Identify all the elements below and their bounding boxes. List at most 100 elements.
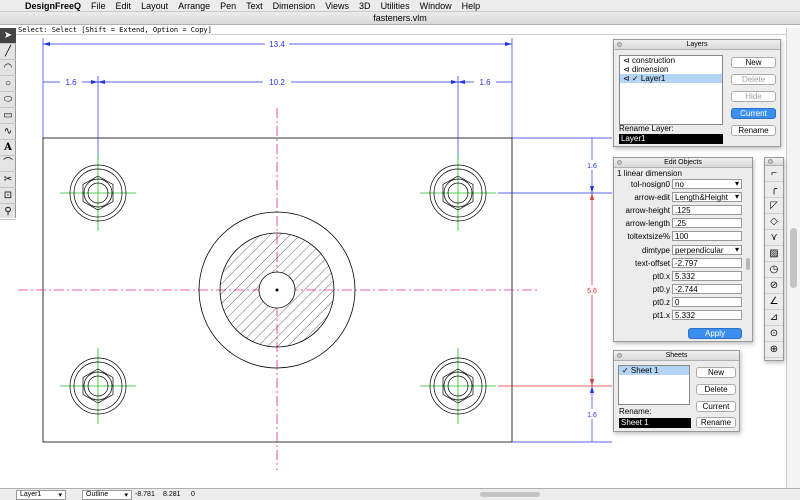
arrowhead [43,42,50,46]
sheet-delete-button[interactable]: Delete [696,384,736,395]
prop-value-input[interactable]: -2.744 [672,284,742,294]
dim-label-bottom-inset[interactable]: 1.6 [587,412,597,419]
rename-sheet-input[interactable]: Sheet 1 [619,418,691,428]
menu-bar: DesignFreeQ File Edit Layout Arrange Pen… [0,0,800,12]
sheet-row-sheet-1[interactable]: ✓ Sheet 1 [619,366,689,375]
layer-current-button[interactable]: Current [731,108,776,119]
selection-summary: 1 linear dimension [617,169,682,178]
fillet-icon[interactable]: ⌒ [0,156,16,172]
prop-value-input[interactable]: .125 [672,205,742,215]
rectangle-icon[interactable]: ▭ [0,108,16,124]
layers-list[interactable]: ⊲ construction ⊲ dimension ⊲ ✓ Layer1 [619,55,723,125]
arrow-pointer-icon[interactable]: ➤ [0,28,16,44]
layer-row-dimension[interactable]: ⊲ dimension [620,65,722,74]
curve-icon[interactable]: ∿ [0,124,16,140]
prop-value-input[interactable]: 5.332 [672,271,742,281]
vertical-scroll-thumb[interactable] [790,228,797,288]
horizontal-scroll-thumb[interactable] [480,492,540,497]
text-icon[interactable]: A [0,140,16,156]
menu-layout[interactable]: Layout [136,1,173,11]
menu-help[interactable]: Help [457,1,486,11]
sheet-current-button[interactable]: Current [696,401,736,412]
prop-value-input[interactable]: 100 [672,231,742,241]
chamfer-icon[interactable]: ◸ [765,198,783,214]
bolt-hole-top-right[interactable] [420,155,496,231]
bolt-hole-bottom-left[interactable] [60,348,136,424]
prop-value-dropdown[interactable]: perpendicular [672,245,742,255]
layer-delete-button[interactable]: Delete [731,74,776,85]
zoom-icon[interactable]: ⚲ [0,204,16,220]
sheets-list[interactable]: ✓ Sheet 1 [618,365,690,405]
view-mode-select[interactable]: Outline ▾ [82,489,132,500]
point-icon[interactable]: ⊙ [765,326,783,342]
dim-label-left-inset[interactable]: 1.6 [65,78,77,87]
stretch-icon[interactable]: ⊡ [0,188,16,204]
dim-label-overall-width[interactable]: 13.4 [269,40,285,49]
menu-pen[interactable]: Pen [215,1,241,11]
sheet-new-button[interactable]: New [696,367,736,378]
menu-3d[interactable]: 3D [354,1,376,11]
circle-tangent-icon[interactable]: ◷ [765,262,783,278]
close-icon[interactable] [768,159,773,164]
offset-icon[interactable]: ◇ [765,214,783,230]
angle-icon[interactable]: ∠ [765,294,783,310]
hatch-icon[interactable]: ▨ [765,246,783,262]
prop-value-input[interactable]: -2.797 [672,258,742,268]
layers-palette-title-bar: Layers [614,40,780,50]
prop-value-input[interactable]: 5.332 [672,310,742,320]
bolt-hole-bottom-right[interactable] [420,348,496,424]
layers-palette-title: Layers [686,41,708,48]
layer-new-button[interactable]: New [731,57,776,68]
edit-objects-palette: Edit Objects 1 linear dimension tol-nosi… [613,157,753,342]
menu-edit[interactable]: Edit [111,1,137,11]
close-icon[interactable] [617,353,622,358]
prop-value-input[interactable]: 0 [672,297,742,307]
dim-label-center-height[interactable]: 5.6 [587,288,597,295]
edit-objects-title-bar: Edit Objects [614,158,752,168]
coord-z: 0 [191,491,195,498]
app-menu[interactable]: DesignFreeQ [20,1,86,11]
menu-utilities[interactable]: Utilities [376,1,415,11]
layer-hide-button[interactable]: Hide [731,91,776,102]
rename-sheet-label: Rename: [619,407,652,416]
extend-icon[interactable]: ⋎ [765,230,783,246]
dim-label-right-inset[interactable]: 1.6 [479,78,491,87]
close-icon[interactable] [617,42,622,47]
menu-arrange[interactable]: Arrange [173,1,215,11]
layer-rename-button[interactable]: Rename [731,125,776,136]
menu-file[interactable]: File [86,1,111,11]
menu-window[interactable]: Window [415,1,457,11]
prop-value-dropdown[interactable]: no [672,179,742,189]
prop-value-input[interactable]: .25 [672,218,742,228]
menu-dimension[interactable]: Dimension [268,1,321,11]
dim-label-top-inset[interactable]: 1.6 [587,163,597,170]
bolt-hole-top-left[interactable] [60,155,136,231]
measure-icon[interactable]: ⊿ [765,310,783,326]
dim-label-center-span[interactable]: 10.2 [269,78,285,87]
circle-icon[interactable]: ○ [0,76,16,92]
vertical-scrollbar[interactable] [786,28,800,488]
close-icon[interactable] [617,160,622,165]
arrowhead [458,80,465,84]
arc-icon[interactable]: ◠ [0,60,16,76]
trim-icon[interactable]: ✂ [0,172,16,188]
sheet-rename-button[interactable]: Rename [696,417,736,428]
menu-views[interactable]: Views [320,1,354,11]
arrowhead [590,186,594,193]
prop-label: pt0.z [652,298,670,307]
prop-label: pt0.x [652,272,670,281]
corner-icon[interactable]: ⌐ [765,166,783,182]
menu-text[interactable]: Text [241,1,268,11]
circle-slash-icon[interactable]: ⊘ [765,278,783,294]
edit-objects-scrollbar[interactable] [746,258,750,270]
apply-button[interactable]: Apply [688,328,742,339]
layer-row-layer1[interactable]: ⊲ ✓ Layer1 [620,74,722,83]
line-icon[interactable]: ╱ [0,44,16,60]
prop-value-dropdown[interactable]: Length&Height [672,192,742,202]
corner-round-icon[interactable]: ╭ [765,182,783,198]
rename-layer-input[interactable]: Layer1 [619,134,723,144]
layer-row-construction[interactable]: ⊲ construction [620,56,722,65]
ellipse-icon[interactable]: ⬭ [0,92,16,108]
target-icon[interactable]: ⊕ [765,342,783,358]
layer-select[interactable]: Layer1 ▾ [16,489,66,500]
